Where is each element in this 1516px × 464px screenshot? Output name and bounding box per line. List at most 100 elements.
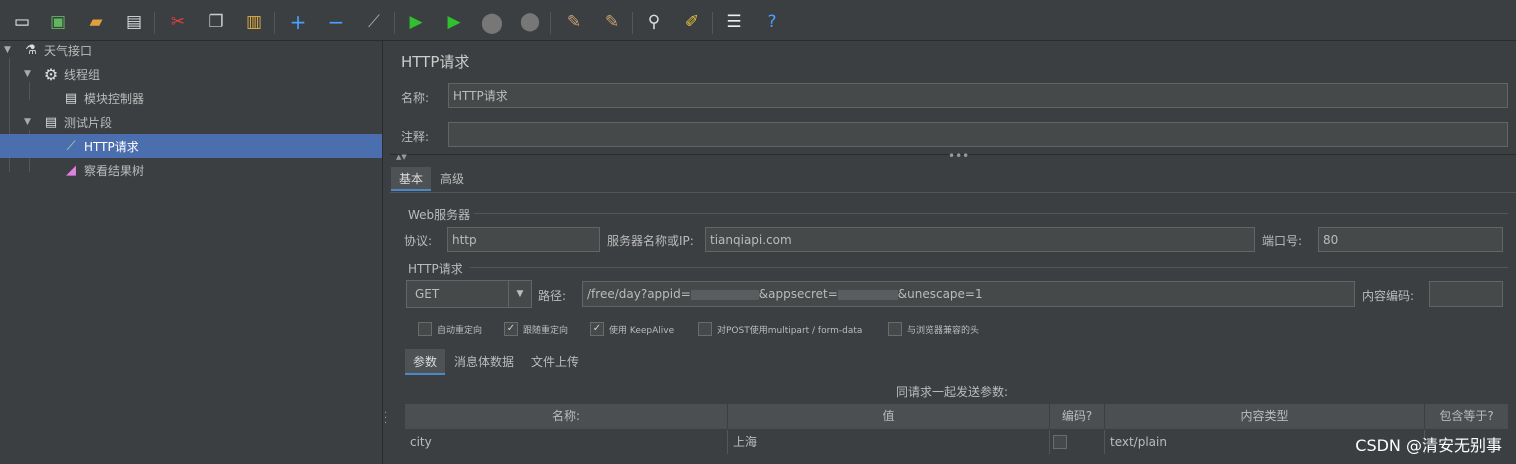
toolbar-separator	[550, 12, 551, 34]
splitter-grip-icon[interactable]: •••	[948, 149, 969, 163]
param-value-cell[interactable]: 上海	[728, 430, 1050, 454]
paste-icon[interactable]: ▥	[242, 10, 266, 34]
encode-checkbox[interactable]	[1053, 435, 1067, 449]
param-name-cell[interactable]: city	[405, 430, 728, 454]
collapse-arrows-icon[interactable]: ▲▼	[396, 153, 407, 161]
protocol-label: 协议:	[404, 234, 433, 248]
http-request-section-title: HTTP请求	[408, 262, 463, 276]
toolbar-separator	[632, 12, 633, 34]
tab-body-data[interactable]: 消息体数据	[446, 349, 522, 375]
expand-icon[interactable]: +	[286, 10, 310, 34]
tab-files-upload[interactable]: 文件上传	[523, 349, 587, 375]
tab-divider	[390, 192, 1516, 193]
clear-icon[interactable]: ✎	[562, 10, 586, 34]
method-value: GET	[415, 287, 440, 301]
tree-item-http-request[interactable]: ⟋ HTTP请求	[0, 134, 382, 158]
test-fragment-icon: ▤	[44, 114, 58, 130]
toggle-icon[interactable]: ⟋	[362, 10, 386, 34]
multipart-checkbox[interactable]	[698, 322, 712, 336]
test-plan-tree: ▼ ⚗ 天气接口 ▼ ⚙ 线程组 ▤ 模块控制器 ▼ ▤ 测试片段 ⟋ HTTP…	[0, 41, 382, 464]
param-encode-cell[interactable]	[1050, 430, 1105, 454]
comment-label: 注释:	[401, 130, 430, 144]
tab-parameters[interactable]: 参数	[405, 349, 446, 375]
path-segment: /free/day?appid=	[587, 287, 691, 301]
reset-search-icon[interactable]: ✐	[680, 10, 704, 34]
gear-icon: ⚙	[43, 64, 59, 84]
http-request-panel: HTTP请求 名称: 注释: ▲▼ ••• 基本 高级 Web服务器 协议: 服…	[390, 41, 1516, 464]
module-controller-icon: ▤	[64, 90, 78, 106]
collapse-icon[interactable]: −	[324, 10, 348, 34]
templates-icon[interactable]: ▣	[46, 10, 70, 34]
name-field[interactable]	[448, 83, 1508, 108]
search-icon[interactable]: ⚲	[642, 10, 666, 34]
tree-item-result-tree[interactable]: ◢ 察看结果树	[0, 158, 382, 182]
comment-field[interactable]	[448, 122, 1508, 147]
splitter-grip-icon[interactable]: · · ·	[384, 409, 389, 429]
column-header-name[interactable]: 名称:	[405, 404, 728, 429]
start-no-pauses-icon[interactable]: ▶	[442, 10, 466, 34]
content-encoding-label: 内容编码:	[1362, 289, 1415, 303]
column-header-value[interactable]: 值	[728, 404, 1050, 429]
result-tree-icon: ◢	[66, 162, 76, 178]
horizontal-splitter[interactable]: ▲▼ •••	[390, 149, 1516, 163]
tab-advanced[interactable]: 高级	[432, 167, 472, 191]
path-segment: &unescape=1	[897, 287, 983, 301]
tree-item-module-controller[interactable]: ▤ 模块控制器	[0, 86, 382, 110]
chevron-down-icon[interactable]: ▼	[508, 281, 531, 307]
column-header-content-type[interactable]: 内容类型	[1105, 404, 1425, 429]
redacted-appid	[690, 289, 759, 300]
new-icon[interactable]: ▭	[10, 10, 34, 34]
expanded-arrow-icon[interactable]: ▼	[4, 45, 11, 55]
function-helper-icon[interactable]: ☰	[722, 10, 746, 34]
path-field[interactable]: /free/day?appid= &appsecret= &unescape=1	[582, 281, 1355, 307]
name-label: 名称:	[401, 91, 430, 105]
stop-icon[interactable]: ⬤	[480, 10, 504, 34]
path-label: 路径:	[538, 289, 567, 303]
tree-item-label: 测试片段	[64, 115, 113, 130]
protocol-field[interactable]	[447, 227, 600, 252]
help-icon[interactable]: ?	[760, 10, 784, 34]
copy-icon[interactable]: ❐	[204, 10, 228, 34]
port-label: 端口号:	[1262, 234, 1303, 248]
path-segment: &appsecret=	[758, 287, 838, 301]
section-divider	[474, 213, 1508, 214]
toolbar-separator	[712, 12, 713, 34]
params-caption: 同请求一起发送参数:	[896, 385, 1009, 399]
expanded-arrow-icon[interactable]: ▼	[24, 117, 31, 127]
save-icon[interactable]: ▤	[122, 10, 146, 34]
toolbar-separator	[274, 12, 275, 34]
shutdown-icon[interactable]: ⬤	[518, 10, 542, 34]
toolbar: ▭ ▣ ▰ ▤ ✂ ❐ ▥ + − ⟋ ▶ ▶ ⬤ ⬤ ✎ ✎ ⚲ ✐ ☰ ?	[0, 4, 1516, 41]
clear-all-icon[interactable]: ✎	[600, 10, 624, 34]
pipette-icon: ⟋	[66, 138, 76, 154]
column-header-encode[interactable]: 编码?	[1050, 404, 1105, 429]
auto-redirect-checkbox[interactable]	[418, 322, 432, 336]
content-encoding-field[interactable]	[1429, 281, 1503, 307]
web-server-section-title: Web服务器	[408, 208, 471, 222]
server-field[interactable]	[705, 227, 1255, 252]
column-header-include-equals[interactable]: 包含等于?	[1425, 404, 1509, 429]
tree-item-thread-group[interactable]: ▼ ⚙ 线程组	[0, 62, 382, 86]
open-icon[interactable]: ▰	[84, 10, 108, 34]
follow-redirect-checkbox[interactable]: ✓	[504, 322, 518, 336]
auto-redirect-label: 自动重定向	[437, 326, 483, 336]
toolbar-separator	[394, 12, 395, 34]
watermark: CSDN @清安无别事	[1355, 436, 1502, 455]
method-select[interactable]: GET ▼	[406, 280, 532, 308]
server-label: 服务器名称或IP:	[607, 234, 694, 248]
browser-headers-checkbox[interactable]	[888, 322, 902, 336]
tree-item-label: 天气接口	[44, 43, 93, 58]
tree-item-label: 察看结果树	[84, 163, 145, 178]
keepalive-checkbox[interactable]: ✓	[590, 322, 604, 336]
port-field[interactable]	[1318, 227, 1503, 252]
tab-basic[interactable]: 基本	[391, 167, 432, 191]
toolbar-separator	[154, 12, 155, 34]
panel-title: HTTP请求	[401, 53, 470, 71]
expanded-arrow-icon[interactable]: ▼	[24, 69, 31, 79]
tree-item-test-fragment[interactable]: ▼ ▤ 测试片段	[0, 110, 382, 134]
browser-headers-label: 与浏览器兼容的头	[907, 326, 980, 336]
start-icon[interactable]: ▶	[404, 10, 428, 34]
tree-item-test-plan[interactable]: ▼ ⚗ 天气接口	[0, 38, 382, 62]
cut-icon[interactable]: ✂	[166, 10, 190, 34]
tree-item-label: 线程组	[64, 67, 101, 82]
